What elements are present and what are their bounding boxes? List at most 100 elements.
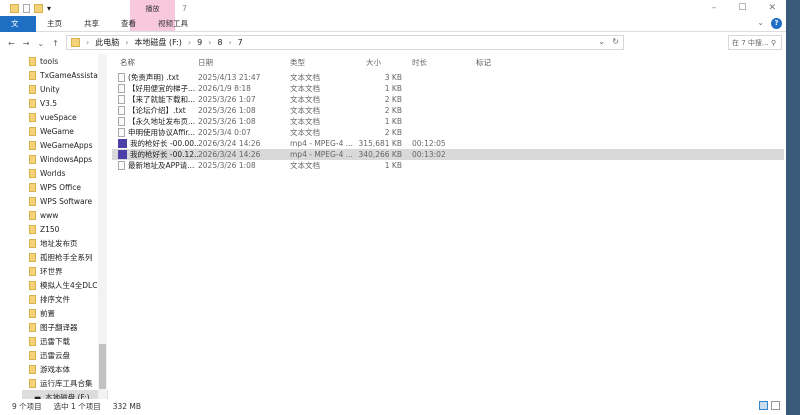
nav-item[interactable]: 孤胆枪手全系列: [22, 250, 108, 264]
folder-icon: [29, 154, 36, 164]
nav-item[interactable]: 游戏本体: [22, 362, 108, 376]
help-icon[interactable]: ?: [771, 18, 782, 29]
nav-item[interactable]: 迅雷云盘: [22, 348, 108, 362]
search-icon: ⚲: [770, 39, 776, 47]
tab-share[interactable]: 共享: [73, 16, 110, 32]
title-bar: ▾ 播放 7 – ☐ ✕: [0, 0, 786, 32]
column-date[interactable]: 日期: [198, 57, 290, 68]
nav-item[interactable]: www: [22, 208, 108, 222]
expand-ribbon-icon[interactable]: ⌄: [757, 18, 764, 27]
folder-icon: [29, 56, 36, 66]
forward-button[interactable]: →: [23, 39, 30, 48]
file-size: 2 KB: [384, 128, 402, 137]
address-dropdown-icon[interactable]: ⌄: [598, 37, 605, 46]
file-row[interactable]: 我的枪好长 -00.00.... 2026/3/24 14:26 mp4 - M…: [112, 138, 784, 149]
folder-icon: [29, 266, 36, 276]
file-list: 名称 日期 类型 大小 时长 标记 (免责声明) .txt 2025/4/13 …: [112, 54, 784, 171]
up-button[interactable]: ↑: [52, 39, 59, 48]
nav-item[interactable]: 模拟人生4全DLC整: [22, 278, 108, 292]
selection-count: 选中 1 个项目: [53, 402, 101, 411]
column-tags[interactable]: 标记: [476, 57, 536, 68]
properties-icon[interactable]: [23, 3, 30, 13]
nav-item[interactable]: WeGameApps: [22, 138, 108, 152]
nav-item[interactable]: V3.5: [22, 96, 108, 110]
column-size[interactable]: 大小: [354, 57, 406, 68]
column-type[interactable]: 类型: [290, 57, 354, 68]
nav-item[interactable]: 地址发布页: [22, 236, 108, 250]
tab-home[interactable]: 主页: [36, 16, 73, 32]
scrollbar-thumb[interactable]: [99, 344, 106, 389]
nav-item[interactable]: TxGameAssistant: [22, 68, 108, 82]
file-row[interactable]: 【好用便宜的梯子... 2026/1/9 8:18 文本文档 1 KB: [112, 83, 784, 94]
breadcrumb-8[interactable]: 8: [217, 38, 222, 47]
nav-item[interactable]: 前置: [22, 306, 108, 320]
maximize-button[interactable]: ☐: [738, 3, 746, 13]
file-date: 2025/3/26 1:08: [198, 161, 256, 170]
file-duration: 00:13:02: [412, 150, 446, 159]
address-bar[interactable]: › 此电脑 › 本地磁盘 (F:) › 9 › 8 › 7 ⌄ ↻: [66, 35, 624, 50]
nav-item[interactable]: 图子翻译器: [22, 320, 108, 334]
file-row[interactable]: 【来了就能下载和... 2025/3/26 1:07 文本文档 2 KB: [112, 94, 784, 105]
file-type: 文本文档: [290, 73, 320, 82]
nav-item[interactable]: WPS Software: [22, 194, 108, 208]
file-row[interactable]: 最新地址及APP请... 2025/3/26 1:08 文本文档 1 KB: [112, 160, 784, 171]
file-date: 2026/3/24 14:26: [198, 139, 261, 148]
folder-icon: [29, 280, 36, 290]
folder-icon: [29, 182, 36, 192]
tab-view[interactable]: 查看: [110, 16, 147, 32]
customize-dropdown-icon[interactable]: ▾: [47, 4, 51, 13]
file-name: 我的枪好长 -00.00....: [130, 139, 198, 148]
file-date: 2025/3/26 1:08: [198, 106, 256, 115]
breadcrumb-9[interactable]: 9: [197, 38, 202, 47]
text-file-icon: [118, 73, 125, 82]
tab-file[interactable]: 文件: [0, 15, 36, 44]
nav-item[interactable]: tools: [22, 54, 108, 68]
folder-icon: [29, 238, 36, 248]
nav-item[interactable]: Unity: [22, 82, 108, 96]
folder-icon: [29, 140, 36, 150]
column-name[interactable]: 名称: [112, 57, 198, 68]
explorer-window: ▾ 播放 7 – ☐ ✕ 文件 主页 共享 查看 视频工具 ⌄ ? ← → ⌄ …: [0, 0, 786, 415]
folder-icon: [29, 210, 36, 220]
folder-icon: [29, 336, 36, 346]
nav-item[interactable]: vueSpace: [22, 110, 108, 124]
breadcrumb-drive[interactable]: 本地磁盘 (F:): [134, 37, 181, 48]
new-folder-icon[interactable]: [34, 3, 43, 13]
file-name: 【好用便宜的梯子...: [128, 84, 196, 93]
details-view-button[interactable]: [759, 401, 768, 410]
nav-item[interactable]: 排序文件: [22, 292, 108, 306]
nav-item[interactable]: 环世界: [22, 264, 108, 278]
file-name: 申明使用协议Affir...: [128, 128, 195, 137]
file-row[interactable]: 【论坛介绍】.txt 2025/3/26 1:08 文本文档 2 KB: [112, 105, 784, 116]
nav-item[interactable]: WindowsApps: [22, 152, 108, 166]
breadcrumb-7[interactable]: 7: [238, 38, 243, 47]
search-input[interactable]: 在 7 中搜... ⚲: [728, 35, 782, 50]
file-date: 2025/3/4 0:07: [198, 128, 251, 137]
breadcrumb-this-pc[interactable]: 此电脑: [95, 37, 119, 48]
nav-item[interactable]: WeGame: [22, 124, 108, 138]
minimize-button[interactable]: –: [712, 3, 717, 13]
refresh-icon[interactable]: ↻: [612, 37, 619, 46]
ribbon-tabs: 文件 主页 共享 查看 视频工具 ⌄ ?: [0, 15, 786, 44]
large-icons-view-button[interactable]: [771, 401, 780, 410]
folder-icon: [29, 378, 36, 388]
nav-item[interactable]: WPS Office: [22, 180, 108, 194]
file-name: 【永久地址发布页...: [128, 117, 196, 126]
tab-video-tools[interactable]: 视频工具: [147, 16, 199, 32]
file-row[interactable]: 申明使用协议Affir... 2025/3/4 0:07 文本文档 2 KB: [112, 127, 784, 138]
nav-item[interactable]: Z150: [22, 222, 108, 236]
column-duration[interactable]: 时长: [406, 57, 476, 68]
file-row[interactable]: 【永久地址发布页... 2025/3/26 1:08 文本文档 1 KB: [112, 116, 784, 127]
text-file-icon: [118, 106, 125, 115]
nav-item[interactable]: 迅雷下载: [22, 334, 108, 348]
nav-item[interactable]: Worlds: [22, 166, 108, 180]
file-type: 文本文档: [290, 84, 320, 93]
close-button[interactable]: ✕: [768, 3, 776, 13]
nav-item[interactable]: 运行库工具合集: [22, 376, 108, 390]
recent-locations-button[interactable]: ⌄: [37, 39, 44, 48]
file-size: 340,266 KB: [358, 150, 402, 159]
navigation-scrollbar[interactable]: [98, 54, 107, 399]
file-row[interactable]: 我的枪好长 -00.12.... 2026/3/24 14:26 mp4 - M…: [112, 149, 784, 160]
folder-icon: [29, 322, 36, 332]
file-row[interactable]: (免责声明) .txt 2025/4/13 21:47 文本文档 3 KB: [112, 72, 784, 83]
